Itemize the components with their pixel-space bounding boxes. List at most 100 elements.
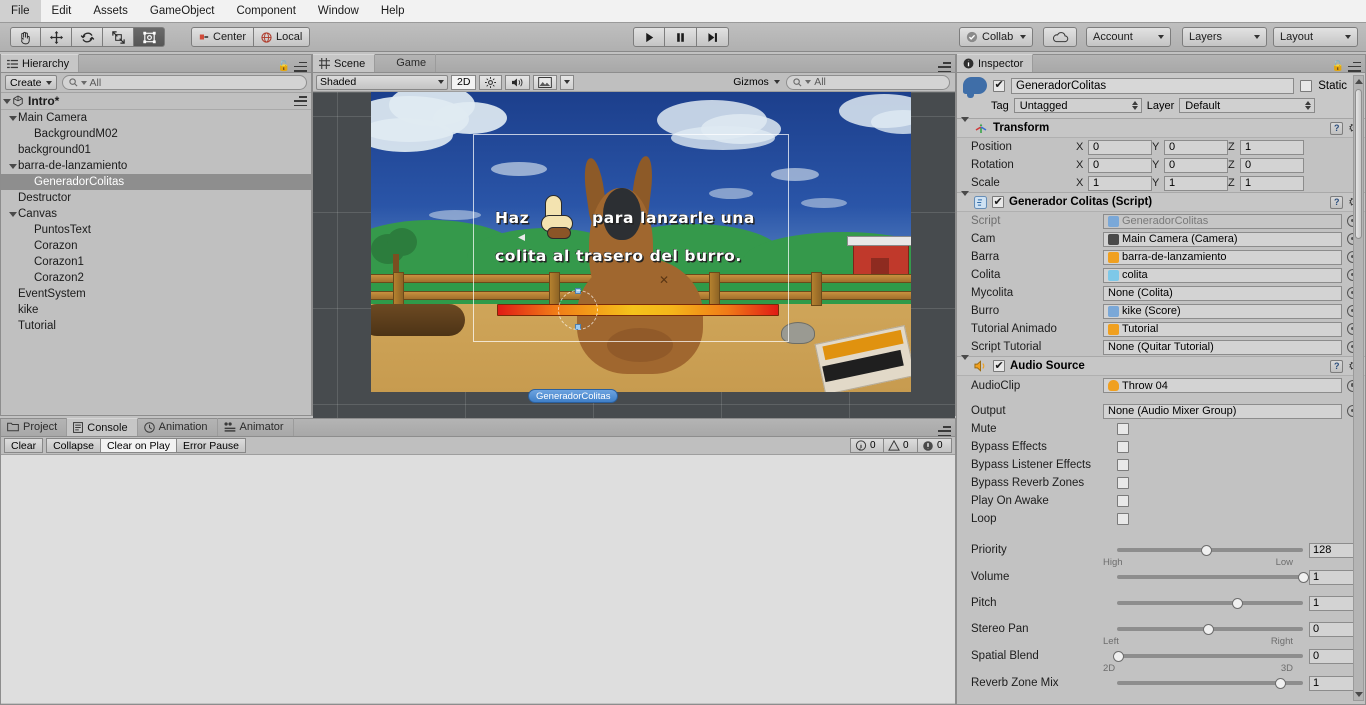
scene-canvas[interactable]: ✕ Haz para lanzarle una colita al traser…: [313, 92, 955, 432]
audio-checkbox-input[interactable]: [1117, 495, 1129, 507]
transform-expand-toggle[interactable]: [961, 117, 969, 134]
shading-mode-dropdown[interactable]: Shaded: [316, 74, 448, 90]
hierarchy-item-kike[interactable]: kike: [1, 302, 311, 318]
hierarchy-item-corazon[interactable]: Corazon: [1, 238, 311, 254]
scene-search-input[interactable]: All: [786, 74, 950, 90]
audio-slider-track[interactable]: [1117, 570, 1309, 585]
audio-slider-track[interactable]: [1117, 676, 1303, 691]
tag-dropdown[interactable]: Untagged: [1013, 98, 1142, 113]
hierarchy-expand-toggle[interactable]: [7, 163, 18, 169]
error-pause-button[interactable]: Error Pause: [176, 438, 247, 453]
hierarchy-expand-toggle[interactable]: [7, 211, 18, 217]
menu-item-component[interactable]: Component: [225, 0, 306, 22]
audioclip-field[interactable]: Throw 04: [1103, 378, 1342, 393]
menu-item-file[interactable]: File: [0, 0, 41, 22]
hierarchy-search-input[interactable]: All: [61, 75, 307, 90]
audio-slider-knob[interactable]: [1297, 571, 1309, 583]
audio-slider-value-input[interactable]: 0: [1309, 648, 1359, 664]
transform-scale-y-input[interactable]: 1: [1164, 175, 1228, 191]
menu-item-help[interactable]: Help: [370, 0, 416, 22]
menu-item-window[interactable]: Window: [307, 0, 370, 22]
inspector-menu-icon[interactable]: [1348, 61, 1361, 72]
inspector-scroll-thumb[interactable]: [1355, 89, 1362, 239]
rect-tool-button[interactable]: [134, 27, 165, 47]
audio-slider-knob[interactable]: [1275, 677, 1287, 689]
inspector-lock-icon[interactable]: 🔓: [1332, 61, 1344, 72]
layout-button[interactable]: Layout: [1273, 27, 1358, 47]
transform-position-x-input[interactable]: 0: [1088, 139, 1152, 155]
tab-scene[interactable]: Scene: [313, 54, 376, 72]
script-row-field[interactable]: None (Colita): [1103, 285, 1342, 301]
script-row-field[interactable]: Tutorial: [1103, 321, 1342, 337]
scene-expand-toggle[interactable]: [1, 98, 12, 104]
error-counter[interactable]: 0: [918, 438, 952, 453]
transform-rotation-z-input[interactable]: 0: [1240, 157, 1304, 173]
lighting-toggle-button[interactable]: [479, 74, 503, 90]
hierarchy-item-backgroundm02[interactable]: BackgroundM02: [1, 126, 311, 142]
audio-enabled-checkbox[interactable]: [993, 359, 1005, 372]
audio-help-icon[interactable]: ?: [1330, 359, 1344, 373]
transform-scale-x-input[interactable]: 1: [1088, 175, 1152, 191]
transform-position-z-input[interactable]: 1: [1240, 139, 1304, 155]
scale-tool-button[interactable]: [103, 27, 134, 47]
transform-rotation-y-input[interactable]: 0: [1164, 157, 1228, 173]
script-expand-toggle[interactable]: [961, 191, 969, 208]
output-field[interactable]: None (Audio Mixer Group): [1103, 403, 1342, 419]
audio-expand-toggle[interactable]: [961, 355, 969, 372]
audio-slider-track[interactable]: [1117, 622, 1303, 637]
hierarchy-menu-icon[interactable]: [294, 61, 307, 72]
audio-checkbox-input[interactable]: [1117, 513, 1129, 525]
audio-slider-track[interactable]: [1117, 596, 1303, 611]
cloud-button[interactable]: [1043, 27, 1077, 47]
transform-component-header[interactable]: Transform ? ⚙: [957, 117, 1365, 138]
audio-checkbox-input[interactable]: [1117, 423, 1129, 435]
hierarchy-item-background01[interactable]: background01: [1, 142, 311, 158]
hierarchy-item-puntostext[interactable]: PuntosText: [1, 222, 311, 238]
tab-animation[interactable]: Animation: [138, 418, 218, 436]
transform-position-y-input[interactable]: 0: [1164, 139, 1228, 155]
gameobject-enabled-checkbox[interactable]: [993, 78, 1005, 92]
tab-project[interactable]: Project: [1, 418, 68, 436]
script-row-field[interactable]: kike (Score): [1103, 303, 1342, 319]
warning-counter[interactable]: 0: [884, 438, 918, 453]
collab-button[interactable]: Collab: [959, 27, 1033, 47]
scroll-up-arrow[interactable]: [1354, 76, 1363, 87]
hierarchy-item-corazon2[interactable]: Corazon2: [1, 270, 311, 286]
rotate-tool-button[interactable]: [72, 27, 103, 47]
hierarchy-item-main-camera[interactable]: Main Camera: [1, 110, 311, 126]
hierarchy-item-destructor[interactable]: Destructor: [1, 190, 311, 206]
transform-help-icon[interactable]: ?: [1330, 121, 1344, 135]
tab-inspector[interactable]: Inspector: [957, 54, 1034, 72]
audio-slider-knob[interactable]: [1232, 597, 1244, 609]
hierarchy-item-barra-de-lanzamiento[interactable]: barra-de-lanzamiento: [1, 158, 311, 174]
audio-slider-value-input[interactable]: 1: [1309, 595, 1359, 611]
search-filter-caret-icon[interactable]: [80, 80, 87, 85]
transform-rotation-x-input[interactable]: 0: [1088, 157, 1152, 173]
pivot-mode-button[interactable]: Center: [191, 27, 255, 47]
audio-slider-track[interactable]: [1113, 649, 1303, 664]
tab-console[interactable]: Console: [67, 418, 138, 436]
console-log-area[interactable]: [1, 455, 955, 703]
move-tool-button[interactable]: [41, 27, 72, 47]
console-menu-icon[interactable]: [938, 426, 951, 436]
create-button[interactable]: Create: [5, 75, 57, 90]
audio-slider-knob[interactable]: [1200, 544, 1212, 556]
hierarchy-scene-row[interactable]: Intro*: [1, 93, 311, 110]
audio-slider-knob[interactable]: [1202, 623, 1214, 635]
clear-button[interactable]: Clear: [4, 438, 44, 453]
audio-slider-knob[interactable]: [1113, 650, 1125, 662]
script-enabled-checkbox[interactable]: [992, 195, 1004, 208]
toggle-2d-button[interactable]: 2D: [451, 74, 477, 90]
gizmos-dropdown[interactable]: Gizmos: [730, 75, 783, 90]
static-checkbox[interactable]: [1300, 79, 1313, 92]
transform-scale-z-input[interactable]: 1: [1240, 175, 1304, 191]
clear-on-play-button[interactable]: Clear on Play: [100, 438, 177, 453]
hierarchy-tree[interactable]: Intro* Main Camera BackgroundM02 backgroun…: [1, 93, 311, 414]
effects-dropdown-button[interactable]: [560, 74, 575, 90]
audio-slider-track[interactable]: [1117, 543, 1303, 558]
script-row-field[interactable]: GeneradorColitas: [1103, 213, 1342, 229]
hand-tool-button[interactable]: [10, 27, 41, 47]
lock-icon[interactable]: 🔓: [278, 61, 290, 72]
script-help-icon[interactable]: ?: [1330, 195, 1344, 209]
audio-source-header[interactable]: Audio Source ? ⚙: [957, 355, 1365, 376]
